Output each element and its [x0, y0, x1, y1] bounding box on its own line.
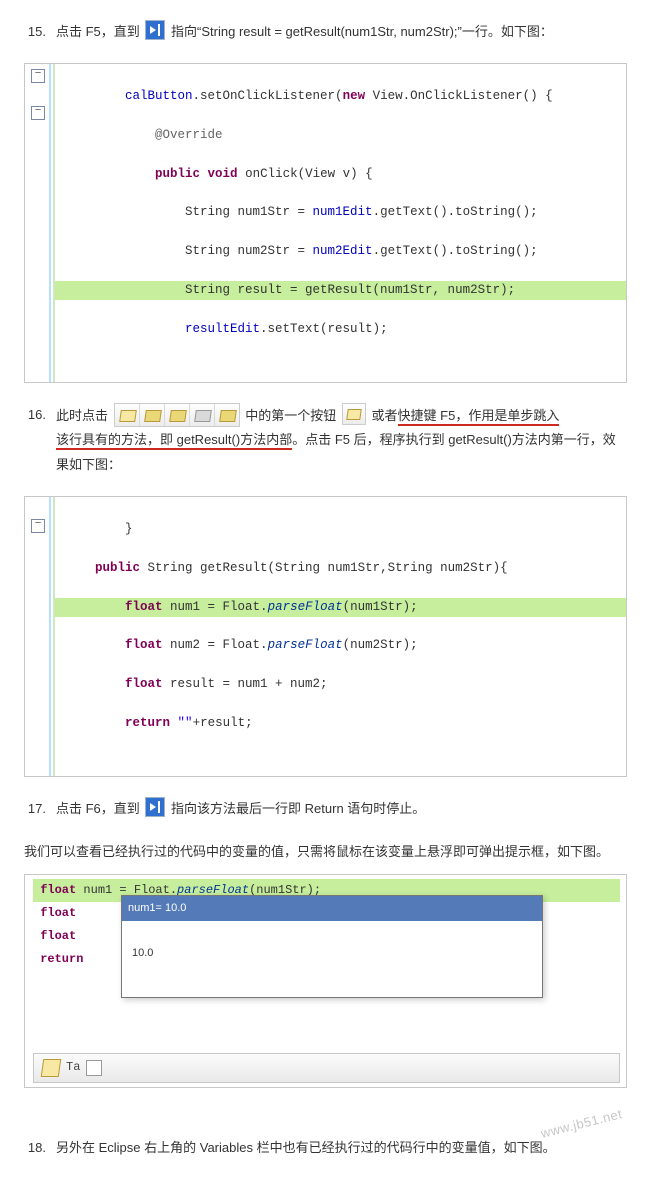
tab-icon	[41, 1059, 62, 1077]
toolbar-btn-icon	[190, 404, 215, 426]
code-line: }	[55, 520, 626, 539]
code-line: float num2 = Float.parseFloat(num2Str);	[55, 636, 626, 655]
step-16-body: 此时点击 中的第一个按钮 或者快捷键 F5，作用是单步跳入 该行具有的方法，即 …	[56, 403, 627, 478]
code-line: float result = num1 + num2;	[55, 675, 626, 694]
step-17-body: 点击 F6，直到 指向该方法最后一行即 Return 语句时停止。	[56, 797, 627, 822]
fold-icon[interactable]	[31, 69, 45, 83]
tab-icon	[86, 1060, 102, 1076]
step-17: 17. 点击 F6，直到 指向该方法最后一行即 Return 语句时停止。	[24, 797, 627, 822]
code-gutter	[25, 497, 55, 776]
step-16-text-d: 该行具有的方法，即 getResult()方法内部	[56, 432, 292, 450]
step-into-icon	[342, 403, 366, 425]
code-line-highlight: float num1 = Float.parseFloat(num1Str);	[55, 598, 626, 617]
step-16-text-c1: 或者	[372, 408, 398, 423]
step-18-body: 另外在 Eclipse 右上角的 Variables 栏中也有已经执行过的代码行…	[56, 1136, 627, 1161]
step-15-text-a: 点击 F5，直到	[56, 24, 140, 39]
step-17-text-a: 点击 F6，直到	[56, 801, 140, 816]
fold-icon[interactable]	[31, 519, 45, 533]
code-line: public String getResult(String num1Str,S…	[55, 559, 626, 578]
step-15: 15. 点击 F5，直到 指向“String result = getResul…	[24, 20, 627, 45]
fold-icon[interactable]	[31, 106, 45, 120]
step-18: 18. 另外在 Eclipse 右上角的 Variables 栏中也有已经执行过…	[24, 1136, 627, 1161]
step-18-number: 18.	[24, 1136, 46, 1161]
arrow-icon	[145, 20, 165, 40]
step-16-text-c2: 快捷键 F5，作用是单步跳入	[398, 408, 560, 426]
code-line: public void onClick(View v) {	[55, 165, 626, 184]
step-17-text-b: 指向该方法最后一行即 Return 语句时停止。	[171, 801, 425, 816]
code-line: resultEdit.setText(result);	[55, 320, 626, 339]
code-line: return ""+result;	[55, 714, 626, 733]
step-16-text-a: 此时点击	[56, 408, 108, 423]
toolbar-btn-icon	[215, 404, 239, 426]
step-15-text-b: 指向“String result = getResult(num1Str, nu…	[171, 24, 553, 39]
step-15-body: 点击 F5，直到 指向“String result = getResult(nu…	[56, 20, 627, 45]
toolbar-btn-icon	[165, 404, 190, 426]
arrow-icon	[145, 797, 165, 817]
code-line: @Override	[55, 126, 626, 145]
tab-label[interactable]: Ta	[66, 1056, 80, 1079]
step-17-number: 17.	[24, 797, 46, 822]
view-tabstrip: Ta	[33, 1053, 620, 1083]
code-line: String num2Str = num2Edit.getText().toSt…	[55, 242, 626, 261]
code-gutter	[25, 64, 55, 382]
hover-tooltip: num1= 10.0 10.0	[121, 895, 543, 998]
tooltip-header: num1= 10.0	[122, 896, 542, 921]
debug-toolbar-icon	[114, 403, 240, 427]
code-body: } public String getResult(String num1Str…	[55, 497, 626, 776]
step-16: 16. 此时点击 中的第一个按钮 或者快捷键 F5，作用是单步跳入 该行具有的方…	[24, 403, 627, 478]
hover-demo-block: float num1 = Float.parseFloat(num1Str); …	[24, 874, 627, 1087]
step-16-text-b: 中的第一个按钮	[245, 408, 336, 423]
code-block-1: calButton.setOnClickListener(new View.On…	[24, 63, 627, 383]
tooltip-body: 10.0	[122, 921, 542, 997]
step-16-number: 16.	[24, 403, 46, 478]
toolbar-btn-icon	[115, 404, 140, 426]
code-line: calButton.setOnClickListener(new View.On…	[55, 87, 626, 106]
code-line: String num1Str = num1Edit.getText().toSt…	[55, 203, 626, 222]
step-17-para: 我们可以查看已经执行过的代码中的变量的值，只需将鼠标在该变量上悬浮即可弹出提示框…	[24, 840, 627, 865]
toolbar-btn-icon	[140, 404, 165, 426]
step-15-number: 15.	[24, 20, 46, 45]
code-body: calButton.setOnClickListener(new View.On…	[55, 64, 626, 382]
code-block-2: } public String getResult(String num1Str…	[24, 496, 627, 777]
code-line-highlight: String result = getResult(num1Str, num2S…	[55, 281, 626, 300]
